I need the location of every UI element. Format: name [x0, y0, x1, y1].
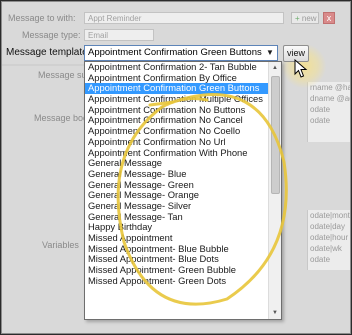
- message-settings-panel: Message to with: Appt Reminder + new x M…: [1, 1, 351, 334]
- template-option[interactable]: Appointment Confirmation No Buttons: [85, 105, 269, 116]
- template-option[interactable]: Happy Birthday: [85, 222, 269, 233]
- side-pane-line: odate|wk: [310, 244, 342, 253]
- new-button-label: new: [301, 14, 317, 23]
- template-option[interactable]: General Message- Green: [85, 180, 269, 191]
- template-dropdown-list[interactable]: Appointment Confirmation 2- Tan Bubble Ap…: [84, 61, 282, 320]
- side-pane-bottom: odate|month odate|day odate|hour odate|w…: [307, 210, 351, 270]
- template-option[interactable]: Missed Appointment- Green Dots: [85, 276, 269, 287]
- side-pane-line: dname @ada: [310, 94, 350, 103]
- message-to-with-label: Message to with:: [8, 13, 76, 23]
- delete-icon: x: [326, 13, 332, 23]
- side-pane-line: odate: [310, 116, 331, 125]
- plus-icon: +: [295, 14, 300, 23]
- template-option[interactable]: Appointment Confirmation 2- Tan Bubble: [85, 62, 269, 73]
- scrollbar-thumb[interactable]: [271, 76, 280, 194]
- delete-button[interactable]: x: [323, 12, 335, 24]
- message-to-with-select[interactable]: Appt Reminder: [84, 12, 284, 24]
- mouse-pointer-icon: [294, 59, 308, 78]
- message-template-label: Message template:: [6, 47, 91, 58]
- vertical-scrollbar[interactable]: ▲ ▼: [268, 62, 281, 319]
- template-option[interactable]: General Message: [85, 158, 269, 169]
- template-option[interactable]: Appointment Confirmation Green Buttons: [85, 83, 269, 95]
- template-option[interactable]: Appointment Confirmation By Office: [85, 73, 269, 84]
- side-pane-line: odate|hour: [310, 233, 349, 242]
- chevron-down-icon[interactable]: ▼: [264, 46, 276, 60]
- side-pane-top: rname @hashe dname @ada odate odate: [307, 82, 350, 142]
- divider: [2, 64, 84, 66]
- message-type-label: Message type:: [22, 30, 81, 40]
- template-option[interactable]: Missed Appointment- Green Bubble: [85, 265, 269, 276]
- template-option[interactable]: Missed Appointment: [85, 233, 269, 244]
- template-option[interactable]: Missed Appointment- Blue Bubble: [85, 244, 269, 255]
- template-option[interactable]: General Message- Orange: [85, 190, 269, 201]
- side-pane-line: odate|month: [310, 211, 351, 220]
- message-type-select[interactable]: Email: [84, 29, 154, 41]
- template-option[interactable]: General Message- Blue: [85, 169, 269, 180]
- message-template-select[interactable]: Appointment Confirmation Green Buttons ▼: [84, 45, 278, 61]
- template-option[interactable]: Appointment Confirmation No Cancel: [85, 115, 269, 126]
- template-option[interactable]: Appointment Confirmation No Coello: [85, 126, 269, 137]
- template-option[interactable]: Missed Appointment- Blue Dots: [85, 254, 269, 265]
- template-option[interactable]: Appointment Confirmation Multiple Office…: [85, 94, 269, 105]
- new-button[interactable]: + new: [291, 12, 319, 24]
- selected-template: Appointment Confirmation Green Buttons: [88, 47, 262, 58]
- template-options: Appointment Confirmation 2- Tan Bubble Ap…: [85, 62, 269, 286]
- template-option[interactable]: Appointment Confirmation With Phone: [85, 148, 269, 159]
- side-pane-line: odate: [310, 105, 331, 114]
- scroll-up-icon[interactable]: ▲: [269, 62, 281, 74]
- side-pane-line: odate: [310, 255, 331, 264]
- side-pane-line: odate|day: [310, 222, 345, 231]
- scroll-down-icon[interactable]: ▼: [269, 307, 281, 319]
- template-option[interactable]: General Message- Tan: [85, 212, 269, 223]
- template-option[interactable]: Appointment Confirmation No Url: [85, 137, 269, 148]
- template-option[interactable]: General Message- Silver: [85, 201, 269, 212]
- variables-label: Variables: [42, 240, 79, 250]
